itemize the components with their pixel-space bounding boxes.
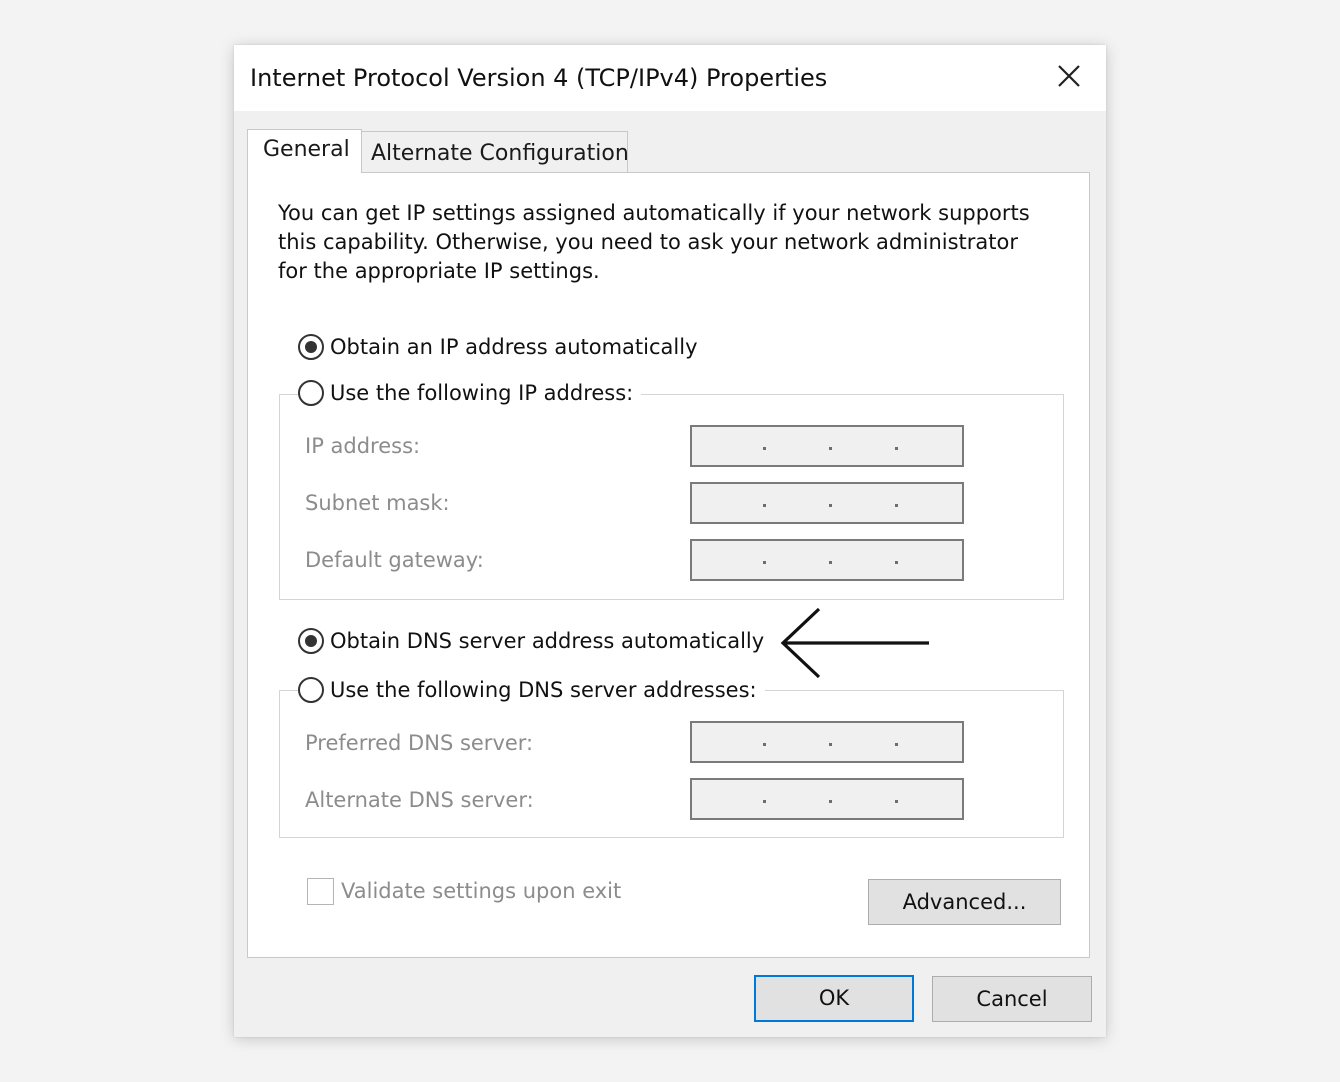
radio-button-unchecked[interactable] (298, 380, 324, 406)
default-gateway-input[interactable] (690, 539, 964, 581)
tcpip-properties-dialog: Internet Protocol Version 4 (TCP/IPv4) P… (234, 45, 1106, 1037)
validate-settings-label: Validate settings upon exit (341, 879, 622, 903)
close-button[interactable] (1052, 59, 1086, 93)
description-line: for the appropriate IP settings. (278, 259, 600, 283)
validate-settings-checkbox-row[interactable]: Validate settings upon exit (307, 877, 621, 905)
use-following-dns-radio[interactable]: Use the following DNS server addresses: (298, 676, 765, 704)
tab-general[interactable]: General (247, 129, 362, 173)
obtain-ip-auto-radio[interactable]: Obtain an IP address automatically (298, 333, 706, 361)
cancel-button[interactable]: Cancel (932, 976, 1092, 1022)
obtain-dns-auto-label: Obtain DNS server address automatically (330, 629, 765, 653)
description-line: this capability. Otherwise, you need to … (278, 230, 1019, 254)
obtain-dns-auto-radio[interactable]: Obtain DNS server address automatically (298, 627, 773, 655)
left-arrow-icon (780, 607, 929, 679)
use-following-ip-label: Use the following IP address: (330, 381, 634, 405)
tab-alternate-configuration[interactable]: Alternate Configuration (362, 131, 629, 172)
validate-settings-checkbox[interactable] (307, 877, 334, 905)
ok-button[interactable]: OK (754, 975, 914, 1022)
obtain-ip-auto-label: Obtain an IP address automatically (330, 335, 698, 359)
use-following-ip-radio[interactable]: Use the following IP address: (298, 379, 642, 407)
ip-address-input[interactable] (690, 425, 964, 467)
advanced-button[interactable]: Advanced... (868, 879, 1061, 925)
description-line: You can get IP settings assigned automat… (278, 201, 1030, 225)
alternate-dns-input[interactable] (690, 778, 964, 820)
close-icon (1058, 65, 1080, 87)
preferred-dns-label: Preferred DNS server: (305, 731, 534, 755)
window-title: Internet Protocol Version 4 (TCP/IPv4) P… (250, 64, 828, 92)
description-text: You can get IP settings assigned automat… (278, 199, 1068, 286)
use-following-dns-label: Use the following DNS server addresses: (330, 678, 757, 702)
subnet-mask-input[interactable] (690, 482, 964, 524)
subnet-mask-label: Subnet mask: (305, 491, 450, 515)
title-bar: Internet Protocol Version 4 (TCP/IPv4) P… (234, 45, 1106, 111)
alternate-dns-label: Alternate DNS server: (305, 788, 534, 812)
radio-button-checked[interactable] (298, 628, 324, 654)
radio-button-unchecked[interactable] (298, 677, 324, 703)
preferred-dns-input[interactable] (690, 721, 964, 763)
radio-button-checked[interactable] (298, 334, 324, 360)
ip-address-label: IP address: (305, 434, 421, 458)
default-gateway-label: Default gateway: (305, 548, 484, 572)
